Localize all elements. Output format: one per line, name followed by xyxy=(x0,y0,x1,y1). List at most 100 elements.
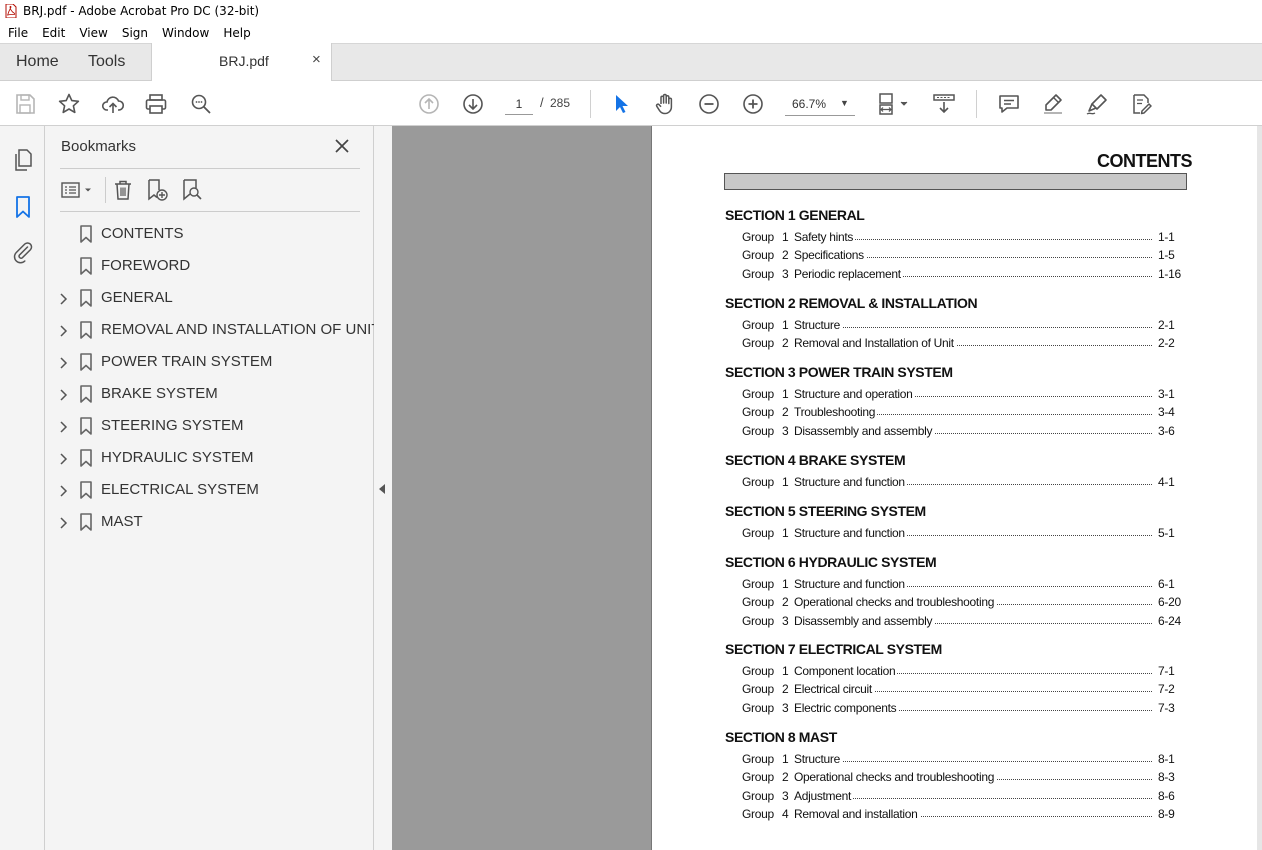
toc-entry[interactable]: Group 1 Component location 7-1 xyxy=(742,664,1182,680)
print-icon[interactable] xyxy=(143,91,169,117)
toc-section-heading[interactable]: SECTION 4 BRAKE SYSTEM xyxy=(725,452,906,468)
toc-entry[interactable]: Group 1 Safety hints 1-1 xyxy=(742,230,1182,246)
bookmark-item[interactable]: REMOVAL AND INSTALLATION OF UNIT xyxy=(45,318,381,346)
bookmark-panel-icon[interactable] xyxy=(11,195,35,219)
toc-group-label: Group xyxy=(742,788,774,803)
select-cursor-icon[interactable] xyxy=(608,91,634,117)
bookmark-icon xyxy=(80,289,92,307)
upload-cloud-icon[interactable] xyxy=(100,91,126,117)
scroll-mode-icon[interactable] xyxy=(931,91,957,117)
bookmark-item[interactable]: FOREWORD xyxy=(45,254,374,282)
toc-page-number: 3-1 xyxy=(1158,387,1175,401)
hand-tool-icon[interactable] xyxy=(652,91,678,117)
attachment-paperclip-icon[interactable] xyxy=(11,240,35,264)
acrobat-pdf-icon xyxy=(5,4,17,18)
tab-document[interactable]: BRJ.pdf × xyxy=(151,43,332,82)
chevron-right-icon[interactable] xyxy=(57,516,69,530)
document-viewport[interactable]: CONTENTS SECTION 1 GENERAL Group 1 Safety h… xyxy=(392,126,1262,850)
menu-file[interactable]: File xyxy=(0,26,34,40)
toc-entry[interactable]: Group 3 Adjustment 8-6 xyxy=(742,788,1182,805)
toc-entry[interactable]: Group 3 Disassembly and assembly 6-24 xyxy=(742,613,1182,630)
toc-entry[interactable]: Group 2 Removal and Installation of Unit 2-… xyxy=(742,336,1182,352)
bookmark-item[interactable]: STEERING SYSTEM xyxy=(45,414,374,442)
bookmark-item[interactable]: CONTENTS xyxy=(45,222,374,250)
highlight-pen-icon[interactable] xyxy=(1040,91,1066,117)
toc-entry[interactable]: Group 1 Structure and function 5-1 xyxy=(742,526,1182,542)
collapse-panel-arrow-icon[interactable] xyxy=(379,484,385,494)
toc-page-number: 5-1 xyxy=(1158,526,1175,540)
sign-pen-icon[interactable] xyxy=(1084,91,1110,117)
toc-entry[interactable]: Group 4 Removal and installation 8-9 xyxy=(742,806,1182,823)
toc-entry[interactable]: Group 2 Troubleshooting 3-4 xyxy=(742,405,1182,421)
bookmark-item[interactable]: ELECTRICAL SYSTEM xyxy=(45,478,374,506)
toc-entry[interactable]: Group 1 Structure and function 6-1 xyxy=(742,577,1182,593)
search-zoom-icon[interactable] xyxy=(188,91,214,117)
zoom-in-icon[interactable] xyxy=(740,91,766,117)
comment-icon[interactable] xyxy=(996,91,1022,117)
toc-page-number: 6-24 xyxy=(1158,613,1181,628)
toc-section-heading[interactable]: SECTION 6 HYDRAULIC SYSTEM xyxy=(725,554,937,570)
panel-splitter[interactable] xyxy=(374,126,392,850)
previous-page-icon[interactable] xyxy=(416,91,442,117)
bookmark-item[interactable]: HYDRAULIC SYSTEM xyxy=(45,446,374,474)
toc-entry[interactable]: Group 1 Structure 2-1 xyxy=(742,318,1182,334)
toc-group-number: 1 xyxy=(782,752,789,766)
find-bookmark-icon[interactable] xyxy=(180,178,204,202)
bookmark-item[interactable]: GENERAL xyxy=(45,286,374,314)
bookmark-item[interactable]: MAST xyxy=(45,510,374,538)
zoom-level-select[interactable]: 66.7% ▼ xyxy=(785,92,855,116)
menu-window[interactable]: Window xyxy=(154,26,215,40)
page-fit-icon[interactable] xyxy=(876,91,912,117)
bookmark-options-icon[interactable] xyxy=(60,178,96,202)
toc-entry[interactable]: Group 3 Disassembly and assembly 3-6 xyxy=(742,423,1182,440)
chevron-right-icon[interactable] xyxy=(57,292,69,306)
menu-edit[interactable]: Edit xyxy=(34,26,71,40)
chevron-right-icon[interactable] xyxy=(57,324,69,338)
save-icon[interactable] xyxy=(12,91,38,117)
toc-section-heading[interactable]: SECTION 2 REMOVAL & INSTALLATION xyxy=(725,295,978,311)
page-number-input[interactable] xyxy=(505,93,533,115)
chevron-right-icon[interactable] xyxy=(57,388,69,402)
close-tab-icon[interactable]: × xyxy=(312,51,321,68)
delete-bookmark-icon[interactable] xyxy=(111,178,135,202)
toc-section-heading[interactable]: SECTION 5 STEERING SYSTEM xyxy=(725,503,926,519)
chevron-right-icon[interactable] xyxy=(57,420,69,434)
toc-entry[interactable]: Group 2 Specifications 1-5 xyxy=(742,248,1182,264)
star-icon[interactable] xyxy=(56,91,82,117)
toc-section-heading[interactable]: SECTION 3 POWER TRAIN SYSTEM xyxy=(725,364,953,380)
chevron-right-icon[interactable] xyxy=(57,484,69,498)
toc-section-heading[interactable]: SECTION 7 ELECTRICAL SYSTEM xyxy=(725,641,942,657)
menu-help[interactable]: Help xyxy=(215,26,256,40)
toc-entry[interactable]: Group 3 Periodic replacement 1-16 xyxy=(742,266,1182,283)
toc-section-heading[interactable]: SECTION 1 GENERAL xyxy=(725,207,865,223)
toc-entry[interactable]: Group 2 Electrical circuit 7-2 xyxy=(742,682,1182,698)
title-bar: BRJ.pdf - Adobe Acrobat Pro DC (32-bit) xyxy=(0,0,1262,22)
toc-entry[interactable]: Group 3 Electric components 7-3 xyxy=(742,700,1182,717)
tab-home[interactable]: Home xyxy=(16,53,59,71)
bookmark-label: GENERAL xyxy=(101,289,173,306)
menu-sign[interactable]: Sign xyxy=(114,26,154,40)
edit-document-icon[interactable] xyxy=(1128,91,1154,117)
zoom-out-icon[interactable] xyxy=(696,91,722,117)
toc-entry[interactable]: Group 2 Operational checks and troubleshoo… xyxy=(742,770,1182,786)
toc-section-heading[interactable]: SECTION 8 MAST xyxy=(725,729,837,745)
next-page-icon[interactable] xyxy=(460,91,486,117)
toc-group-number: 1 xyxy=(782,318,789,332)
bookmark-item[interactable]: BRAKE SYSTEM xyxy=(45,382,374,410)
chevron-right-icon[interactable] xyxy=(57,452,69,466)
toc-entry[interactable]: Group 1 Structure and operation 3-1 xyxy=(742,387,1182,403)
toc-entry[interactable]: Group 1 Structure and function 4-1 xyxy=(742,475,1182,491)
page-thumbnails-icon[interactable] xyxy=(11,148,35,172)
menu-view[interactable]: View xyxy=(71,26,113,40)
vertical-scrollbar[interactable] xyxy=(1257,126,1262,850)
toc-group-label: Group xyxy=(742,423,774,438)
tab-tools[interactable]: Tools xyxy=(88,53,125,71)
toc-entry[interactable]: Group 2 Operational checks and troubleshoo… xyxy=(742,595,1182,611)
bookmark-item[interactable]: POWER TRAIN SYSTEM xyxy=(45,350,374,378)
new-bookmark-icon[interactable] xyxy=(145,178,169,202)
toc-group-number: 2 xyxy=(782,248,789,263)
close-panel-icon[interactable] xyxy=(334,138,350,154)
toc-entry-title: Electric components xyxy=(794,700,899,715)
chevron-right-icon[interactable] xyxy=(57,356,69,370)
toc-entry[interactable]: Group 1 Structure 8-1 xyxy=(742,752,1182,768)
